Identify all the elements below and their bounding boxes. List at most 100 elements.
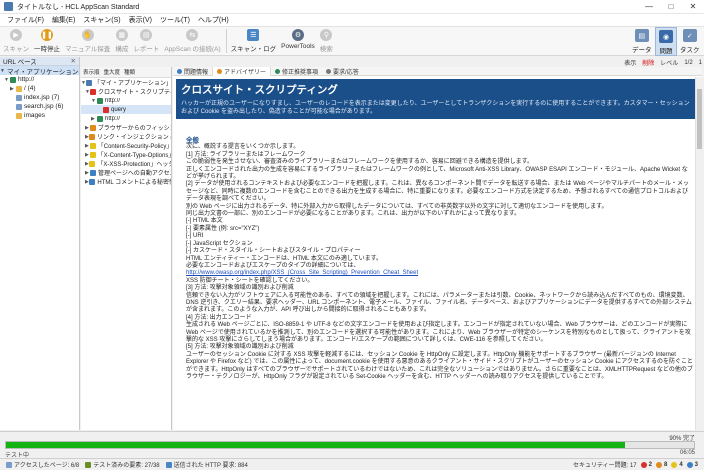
issue-type-row[interactable]: ▶ HTML コメントによる秘密情報の開示 — [81, 177, 171, 186]
tree-host[interactable]: ▼ http:// — [0, 75, 79, 84]
issue-url-row[interactable]: ▼ http:// — [81, 96, 171, 105]
tree-item[interactable]: ▶ / (4) — [0, 84, 79, 93]
sort-order-header[interactable]: 表示順 — [81, 67, 102, 77]
menu-edit[interactable]: 編集(E) — [48, 15, 79, 25]
body-line: [-] JavaScript セクション — [186, 240, 253, 247]
fix-icon — [275, 68, 281, 74]
tab-advisory[interactable]: アドバイザリー — [212, 66, 272, 76]
advisory-banner: クロスサイト・スクリプティング ハッカーが正規のユーザーになりすまし、ユーザーの… — [176, 79, 699, 119]
tree-item[interactable]: index.jsp (7) — [0, 93, 79, 102]
globe-icon — [97, 115, 103, 122]
issue-type-row[interactable]: ▶ 「X-Content-Type-Options」ヘッダ — [81, 150, 171, 159]
progress-time: 06:05 — [679, 450, 695, 456]
issue-detail-panel: 問題情報 アドバイザリー 修正推奨事項 要求/応答 クロスサイト・スクリプティン… — [173, 66, 702, 430]
body-line: 信頼できない入力がソフトウェアに入る可能性のある、すべての領域を把握します。これ… — [186, 292, 692, 314]
issue-url-row[interactable]: ▶ http:// — [81, 114, 171, 123]
issue-tree-root[interactable]: ▼ 「マイ・アプリケーション」における問題 — [81, 78, 171, 87]
menu-help[interactable]: ヘルプ(H) — [194, 15, 233, 25]
issues-view-button[interactable]: ◉ 問題 — [655, 27, 677, 56]
hand-icon: ✋ — [81, 29, 94, 41]
url-base-tab[interactable]: URL ベース ✕ — [0, 57, 79, 66]
globe-icon — [10, 76, 16, 83]
body-line: 必要なエンコードおよびエスケープのタイプの詳細については、 — [186, 262, 360, 269]
pause-icon: ❚❚ — [41, 29, 53, 41]
collapse-icon[interactable]: ▼ — [0, 68, 5, 74]
level-dropdown[interactable]: レベル — [660, 58, 678, 67]
issue-type-row[interactable]: ▶ 「X-XSS-Protection」ヘッダーがない — [81, 159, 171, 168]
config-button[interactable]: ▦ 構成 — [115, 27, 128, 53]
folder-icon — [16, 85, 22, 92]
minimize-icon[interactable]: — — [638, 0, 660, 14]
expand-icon[interactable]: ▶ — [85, 152, 90, 158]
close-icon[interactable]: ✕ — [71, 57, 76, 65]
body-line: 正しくエンコードされた出力の生成を容易にするライブラリーまたはフレームワークの例… — [186, 166, 688, 181]
menu-bar: ファイル(F) 編集(E) スキャン(S) 表示(V) ツール(T) ヘルプ(H… — [0, 14, 704, 27]
status-bar: アクセスしたページ: 6/8 テスト済みの要素: 27/38 送信された HTT… — [0, 458, 704, 470]
issue-param-row[interactable]: query — [81, 105, 171, 114]
data-view-button[interactable]: ▤ データ — [632, 27, 652, 56]
report-icon: ▤ — [140, 29, 153, 41]
issue-type-row[interactable]: ▶ 「Content-Security-Policy」ヘッダ — [81, 141, 171, 150]
maximize-icon[interactable]: □ — [660, 0, 682, 14]
tab-request-response[interactable]: 要求/応答 — [322, 67, 363, 76]
issue-type-row[interactable]: ▼ クロスサイト・スクリプティング (2) — [81, 87, 171, 96]
close-icon[interactable]: ✕ — [682, 0, 704, 14]
content-scrollbar[interactable] — [695, 77, 702, 430]
search-button[interactable]: ⚲ 検索 — [320, 27, 333, 53]
medium-severity-icon — [655, 461, 662, 468]
body-line: この脆弱性を発生させない、審査済みのライブラリーまたはフレームワークを使用するか… — [186, 159, 533, 166]
log-icon: ☰ — [247, 29, 260, 41]
tree-root[interactable]: ▼ マイ・アプリケーション (17) — [0, 66, 79, 75]
high-severity-icon — [89, 88, 96, 95]
search-icon: ⚲ — [320, 29, 333, 41]
app-icon — [4, 2, 13, 11]
appscan-connect-button[interactable]: ⇆ AppScan の接続(A) — [164, 27, 221, 53]
connect-icon: ⇆ — [186, 29, 199, 41]
tab-fix-recommendation[interactable]: 修正推奨事項 — [271, 67, 322, 76]
manual-explore-button[interactable]: ✋ マニュアル探査 — [65, 27, 110, 53]
menu-scan[interactable]: スキャン(S) — [79, 15, 124, 25]
low-severity-icon — [89, 151, 96, 158]
data-icon: ▤ — [634, 29, 649, 42]
scan-button[interactable]: ▶ スキャン — [3, 27, 29, 53]
issue-tree-panel: 表示順 重大度 種類 ▼ 「マイ・アプリケーション」における問題 ▼ クロスサイ… — [81, 67, 172, 430]
owasp-link[interactable]: http://www.owasp.org/index.php/XSS_(Cros… — [186, 270, 418, 276]
tab-issue-info[interactable]: 問題情報 — [173, 67, 212, 76]
medium-count: 8 — [655, 461, 667, 468]
count-indicator: 1 — [698, 59, 702, 66]
scan-log-button[interactable]: ☰ スキャン・ログ — [231, 27, 276, 53]
page-nav[interactable]: 1/2 — [684, 60, 692, 66]
request-icon — [165, 461, 172, 468]
low-count: 4 — [671, 461, 683, 468]
title-bar: タイトルなし - HCL AppScan Standard — □ ✕ — [0, 0, 704, 14]
tasks-view-button[interactable]: ✓ タスク — [680, 27, 700, 56]
powertools-button[interactable]: ⚙ PowerTools — [281, 27, 315, 50]
medium-severity-icon — [89, 124, 96, 131]
severity-header[interactable]: 重大度 — [102, 67, 123, 77]
page-icon — [16, 103, 22, 110]
report-button[interactable]: ▤ レポート — [133, 27, 159, 53]
issue-type-row[interactable]: ▶ 管理ページへの自動アクセス (1) — [81, 168, 171, 177]
body-line: 生成される Web ページごとに、ISO-8859-1 や UTF-8 などの文… — [186, 322, 691, 343]
progress-bar — [5, 441, 695, 449]
menu-file[interactable]: ファイル(F) — [3, 15, 48, 25]
type-header[interactable]: 種類 — [122, 67, 137, 77]
low-severity-icon — [89, 142, 96, 149]
scrollbar-thumb[interactable] — [697, 89, 702, 149]
bug-icon: ◉ — [659, 30, 673, 43]
tree-item[interactable]: search.jsp (6) — [0, 102, 79, 111]
issue-type-row[interactable]: ▶ リンク・インジェクション (クロスサイト・ — [81, 132, 171, 141]
info-severity-icon — [90, 169, 97, 176]
menu-view[interactable]: 表示(V) — [125, 15, 156, 25]
issue-type-row[interactable]: ▶ ブラウザーからのフィッシング (2) — [81, 123, 171, 132]
app-icon — [85, 79, 92, 86]
tree-item[interactable]: images — [0, 111, 79, 120]
pause-button[interactable]: ❚❚ 一時停止 — [34, 27, 60, 53]
visited-pages: アクセスしたページ: 6/8 — [6, 460, 79, 469]
issue-tree-header: 表示順 重大度 種類 — [81, 67, 171, 78]
app-window: タイトルなし - HCL AppScan Standard — □ ✕ ファイル… — [0, 0, 704, 470]
menu-tools[interactable]: ツール(T) — [156, 15, 194, 25]
view-toggle[interactable]: 表示 — [624, 58, 636, 67]
issue-toolbar: 表示 削除 レベル 1/2 1 — [618, 58, 702, 68]
delete-button[interactable]: 削除 — [642, 58, 654, 67]
